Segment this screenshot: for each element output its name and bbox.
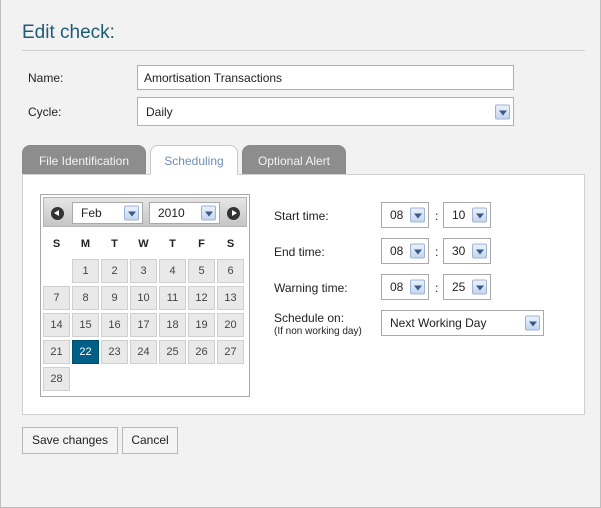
start-minute-value: 10	[452, 208, 466, 222]
calendar-day[interactable]: 23	[101, 340, 128, 364]
end-hour-value: 08	[390, 244, 404, 258]
weekday-label: F	[198, 238, 205, 250]
calendar-day[interactable]: 16	[101, 313, 128, 337]
end-hour-select[interactable]: 08	[381, 238, 429, 264]
schedule-on-sublabel: (If non working day)	[274, 326, 362, 337]
name-label: Name:	[28, 71, 64, 85]
chevron-down-icon[interactable]	[410, 207, 425, 223]
warning-hour-select[interactable]: 08	[381, 274, 429, 300]
schedule-on-select[interactable]: Next Working Day	[381, 310, 544, 336]
chevron-down-icon[interactable]	[472, 243, 487, 259]
calendar-day[interactable]: 14	[43, 313, 70, 337]
calendar-day-selected[interactable]: 22	[72, 340, 99, 364]
cycle-select-value: Daily	[146, 104, 173, 119]
weekday-label: S	[52, 238, 61, 250]
calendar-day[interactable]: 9	[101, 286, 128, 310]
schedule-on-label: Schedule on:	[274, 311, 345, 325]
calendar-day[interactable]: 17	[130, 313, 157, 337]
calendar-day[interactable]: 20	[217, 313, 244, 337]
warning-minute-select[interactable]: 25	[443, 274, 491, 300]
end-minute-select[interactable]: 30	[443, 238, 491, 264]
time-separator: :	[435, 245, 439, 259]
tab-optional-alert[interactable]: Optional Alert	[242, 145, 346, 175]
end-minute-value: 30	[452, 244, 466, 258]
chevron-down-icon[interactable]	[410, 243, 425, 259]
cancel-button[interactable]: Cancel	[122, 427, 178, 454]
chevron-down-icon[interactable]	[472, 207, 487, 223]
calendar-day[interactable]: 21	[43, 340, 70, 364]
calendar-day[interactable]: 12	[188, 286, 215, 310]
cycle-label: Cycle:	[28, 105, 62, 119]
end-time-label: End time:	[274, 245, 325, 259]
calendar-day[interactable]: 2	[101, 259, 128, 283]
name-input[interactable]: Amortisation Transactions	[137, 65, 514, 90]
next-month-icon[interactable]	[227, 207, 240, 220]
calendar-day[interactable]: 8	[72, 286, 99, 310]
start-time-label: Start time:	[274, 209, 329, 223]
start-hour-select[interactable]: 08	[381, 202, 429, 228]
calendar-day[interactable]: 11	[159, 286, 186, 310]
calendar-day[interactable]: 7	[43, 286, 70, 310]
chevron-down-icon[interactable]	[410, 279, 425, 295]
calendar-day[interactable]: 15	[72, 313, 99, 337]
weekday-label: M	[80, 238, 91, 250]
warning-hour-value: 08	[390, 280, 404, 294]
chevron-down-icon[interactable]	[525, 315, 540, 331]
warning-minute-value: 25	[452, 280, 466, 294]
tab-scheduling[interactable]: Scheduling	[150, 145, 238, 175]
calendar-day[interactable]: 4	[159, 259, 186, 283]
tab-file-identification[interactable]: File Identification	[22, 145, 146, 175]
year-select[interactable]: 2010	[149, 202, 220, 224]
save-changes-button[interactable]: Save changes	[22, 427, 118, 454]
calendar-day[interactable]: 3	[130, 259, 157, 283]
schedule-on-value: Next Working Day	[390, 316, 487, 330]
warning-time-label: Warning time:	[274, 281, 348, 295]
time-separator: :	[435, 209, 439, 223]
time-separator: :	[435, 281, 439, 295]
calendar-day[interactable]: 10	[130, 286, 157, 310]
weekday-label: T	[169, 238, 176, 250]
year-select-value: 2010	[158, 206, 185, 220]
prev-month-icon[interactable]	[51, 207, 64, 220]
calendar-day[interactable]: 24	[130, 340, 157, 364]
title-divider	[22, 50, 585, 51]
calendar-day[interactable]: 1	[72, 259, 99, 283]
calendar-day[interactable]: 5	[188, 259, 215, 283]
weekday-label: W	[138, 238, 149, 250]
month-select-value: Feb	[81, 206, 102, 220]
start-hour-value: 08	[390, 208, 404, 222]
calendar-day[interactable]: 6	[217, 259, 244, 283]
weekday-label: S	[226, 238, 235, 250]
cycle-select[interactable]: Daily	[137, 97, 514, 126]
calendar-day[interactable]: 19	[188, 313, 215, 337]
calendar-day[interactable]: 25	[159, 340, 186, 364]
calendar-day[interactable]: 28	[43, 367, 70, 391]
calendar-day[interactable]: 18	[159, 313, 186, 337]
weekday-label: T	[111, 238, 118, 250]
chevron-down-icon[interactable]	[472, 279, 487, 295]
chevron-down-icon[interactable]	[201, 205, 216, 221]
calendar-day[interactable]: 13	[217, 286, 244, 310]
calendar-day[interactable]: 27	[217, 340, 244, 364]
calendar-header: Feb 2010	[43, 197, 247, 227]
chevron-down-icon[interactable]	[124, 205, 139, 221]
start-minute-select[interactable]: 10	[443, 202, 491, 228]
page-title: Edit check:	[22, 22, 115, 43]
calendar-day[interactable]: 26	[188, 340, 215, 364]
month-select[interactable]: Feb	[72, 202, 143, 224]
chevron-down-icon[interactable]	[495, 104, 510, 119]
